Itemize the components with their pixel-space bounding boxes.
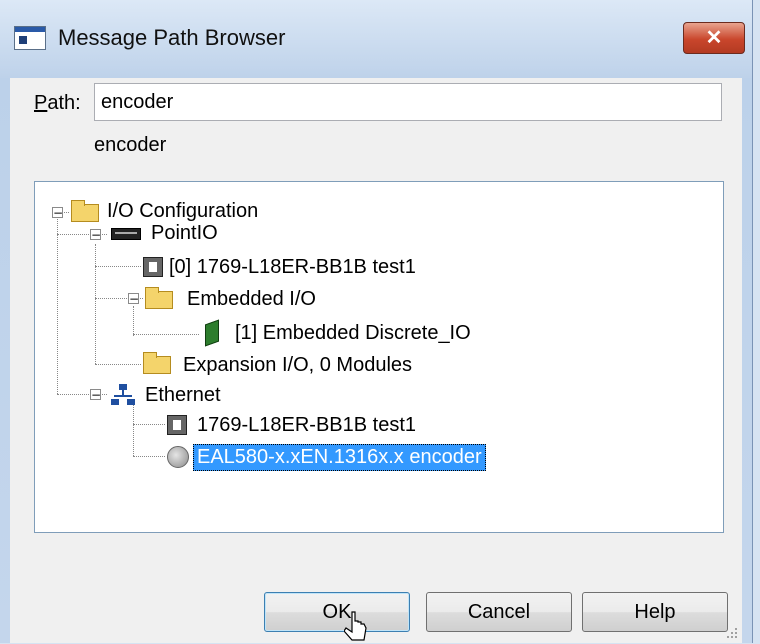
expand-toggle-embedded-io[interactable]: − bbox=[128, 293, 139, 305]
network-icon bbox=[111, 384, 135, 406]
help-button[interactable]: Help bbox=[582, 592, 728, 632]
folder-open-icon bbox=[71, 200, 99, 222]
tree-node-label-selected: EAL580-x.xEN.1316x.x encoder bbox=[193, 444, 486, 471]
path-label-accelerator: P bbox=[34, 92, 48, 114]
path-label: Path: bbox=[34, 92, 81, 115]
resize-grip-icon[interactable] bbox=[724, 625, 738, 639]
path-label-text: ath: bbox=[47, 92, 81, 114]
expand-toggle-ethernet[interactable]: − bbox=[90, 389, 101, 401]
tree-node-label: Embedded I/O bbox=[187, 288, 316, 310]
ok-button[interactable]: OK bbox=[264, 592, 410, 632]
path-input[interactable] bbox=[94, 83, 722, 121]
tree-node-label: PointIO bbox=[151, 222, 218, 244]
tree-node-label: Expansion I/O, 0 Modules bbox=[183, 354, 413, 376]
controller-module-icon bbox=[167, 415, 187, 435]
io-module-icon bbox=[205, 319, 219, 347]
tree-node-label: I/O Configuration bbox=[107, 200, 259, 222]
tree-node-label: [0] 1769-L18ER-BB1B test1 bbox=[169, 256, 416, 278]
folder-open-icon bbox=[145, 287, 173, 309]
app-window-icon bbox=[14, 26, 46, 50]
tree-node-label: Ethernet bbox=[145, 384, 221, 406]
dialog-client-area: Path: encoder − I/O Configuration − Poin… bbox=[10, 78, 742, 643]
expand-toggle-pointio[interactable]: − bbox=[90, 229, 101, 241]
tree-node-label: [1] Embedded Discrete_IO bbox=[235, 322, 471, 344]
folder-icon bbox=[143, 352, 171, 374]
mouse-pointer-icon bbox=[344, 611, 367, 641]
expand-toggle-io-config[interactable]: − bbox=[52, 207, 63, 219]
io-tree-view[interactable]: − I/O Configuration − PointIO [0] 1769-L… bbox=[34, 181, 724, 533]
encoder-device-icon bbox=[167, 446, 189, 468]
dialog-title: Message Path Browser bbox=[58, 25, 286, 50]
dialog-window: Message Path Browser ✕ Path: encoder − I… bbox=[0, 0, 753, 643]
cancel-button[interactable]: Cancel bbox=[426, 592, 572, 632]
chassis-icon bbox=[111, 228, 141, 240]
resolved-path-text: encoder bbox=[94, 134, 167, 156]
title-bar[interactable]: Message Path Browser ✕ bbox=[0, 0, 752, 78]
tree-node-label: 1769-L18ER-BB1B test1 bbox=[197, 414, 417, 436]
close-button[interactable]: ✕ bbox=[683, 22, 745, 54]
controller-module-icon bbox=[143, 257, 163, 277]
